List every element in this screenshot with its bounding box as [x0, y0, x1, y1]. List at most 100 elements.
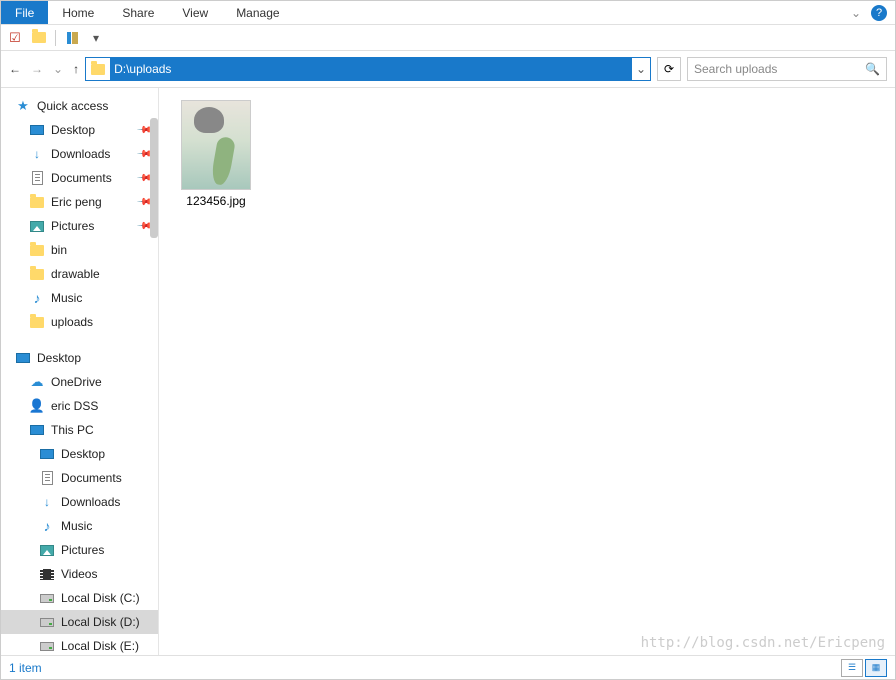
navigation-bar: ← → ⌄ ↑ ⌄ ⟳ 🔍: [1, 51, 895, 87]
status-item-count: 1 item: [9, 661, 42, 675]
search-input[interactable]: [694, 62, 865, 76]
cloud-icon: ☁: [29, 374, 45, 390]
tree-quick-item[interactable]: Documents📌: [1, 166, 158, 190]
picture-icon: [39, 542, 55, 558]
nav-up-icon[interactable]: ↑: [73, 62, 79, 76]
tree-pc-item[interactable]: ♪ Music: [1, 514, 158, 538]
tree-label: Music: [61, 519, 92, 533]
address-history-dropdown-icon[interactable]: ⌄: [632, 62, 650, 76]
tree-quick-item[interactable]: Eric peng📌: [1, 190, 158, 214]
file-list-pane[interactable]: 123456.jpg http://blog.csdn.net/Ericpeng: [159, 88, 895, 655]
folder-icon: [29, 314, 45, 330]
search-box[interactable]: 🔍: [687, 57, 887, 81]
view-thumbnails-button[interactable]: ▦: [865, 659, 887, 677]
download-icon: ↓: [29, 146, 45, 162]
tree-label: bin: [51, 243, 67, 257]
ribbon-tab-view[interactable]: View: [168, 1, 222, 24]
navigation-tree: ★ Quick access Desktop📌↓Downloads📌Docume…: [1, 88, 159, 655]
monitor-icon: [39, 446, 55, 462]
address-input[interactable]: [110, 58, 632, 80]
file-name: 123456.jpg: [186, 194, 245, 208]
layout-panes-icon[interactable]: [64, 30, 80, 46]
user-icon: 👤: [29, 398, 45, 414]
tree-label: Quick access: [37, 99, 108, 113]
tree-label: Desktop: [61, 447, 105, 461]
tree-label: Local Disk (D:): [61, 615, 140, 629]
document-icon: [39, 470, 55, 486]
tree-label: uploads: [51, 315, 93, 329]
tree-thispc[interactable]: This PC: [1, 418, 158, 442]
tree-label: Downloads: [61, 495, 120, 509]
tree-quick-item[interactable]: drawable: [1, 262, 158, 286]
tree-label: Pictures: [51, 219, 94, 233]
tree-pc-item[interactable]: Local Disk (E:): [1, 634, 158, 655]
music-icon: ♪: [39, 518, 55, 534]
monitor-icon: [29, 422, 45, 438]
music-icon: ♪: [29, 290, 45, 306]
folder-icon: [29, 266, 45, 282]
search-icon: 🔍: [865, 62, 880, 76]
ribbon-tab-share[interactable]: Share: [108, 1, 168, 24]
monitor-icon: [15, 350, 31, 366]
disk-icon: [39, 590, 55, 606]
tree-quick-item[interactable]: bin: [1, 238, 158, 262]
tree-label: This PC: [51, 423, 94, 437]
tree-pc-item[interactable]: Documents: [1, 466, 158, 490]
status-bar: 1 item ☰ ▦: [1, 655, 895, 679]
tree-quick-item[interactable]: ♪ Music: [1, 286, 158, 310]
tree-pc-item[interactable]: Videos: [1, 562, 158, 586]
nav-back-icon[interactable]: ←: [9, 62, 21, 76]
file-thumbnail: [181, 100, 251, 190]
document-icon: [29, 170, 45, 186]
nav-recent-dropdown-icon[interactable]: ⌄: [53, 62, 63, 76]
tree-label: Desktop: [37, 351, 81, 365]
tree-quick-item[interactable]: ↓Downloads📌: [1, 142, 158, 166]
tree-quick-item[interactable]: uploads: [1, 310, 158, 334]
nav-forward-icon[interactable]: →: [31, 62, 43, 76]
refresh-icon: ⟳: [664, 62, 674, 76]
properties-icon[interactable]: ☑: [7, 30, 23, 46]
tree-user[interactable]: 👤 eric DSS: [1, 394, 158, 418]
disk-icon: [39, 614, 55, 630]
tree-label: Desktop: [51, 123, 95, 137]
tree-pc-item[interactable]: Pictures: [1, 538, 158, 562]
separator: [55, 30, 56, 46]
download-icon: ↓: [39, 494, 55, 510]
tree-label: Videos: [61, 567, 97, 581]
ribbon-tab-file[interactable]: File: [1, 1, 48, 24]
tree-pc-item[interactable]: ↓ Downloads: [1, 490, 158, 514]
tree-pc-item[interactable]: Local Disk (C:): [1, 586, 158, 610]
tree-quick-access[interactable]: ★ Quick access: [1, 94, 158, 118]
sidebar-scrollbar[interactable]: [150, 118, 158, 238]
tree-label: drawable: [51, 267, 100, 281]
help-icon[interactable]: ?: [871, 5, 887, 21]
tree-label: Local Disk (E:): [61, 639, 139, 653]
monitor-icon: [29, 122, 45, 138]
ribbon-minimize-icon[interactable]: ⌄: [851, 6, 861, 20]
disk-icon: [39, 638, 55, 654]
folder-icon: [86, 64, 110, 75]
tree-onedrive[interactable]: ☁ OneDrive: [1, 370, 158, 394]
file-item[interactable]: 123456.jpg: [171, 100, 261, 208]
qat-dropdown-icon[interactable]: ▾: [88, 30, 104, 46]
tree-desktop-root[interactable]: Desktop: [1, 346, 158, 370]
ribbon-tab-manage[interactable]: Manage: [222, 1, 293, 24]
tree-quick-item[interactable]: Pictures📌: [1, 214, 158, 238]
view-details-button[interactable]: ☰: [841, 659, 863, 677]
picture-icon: [29, 218, 45, 234]
refresh-button[interactable]: ⟳: [657, 57, 681, 81]
video-icon: [39, 566, 55, 582]
tree-label: Pictures: [61, 543, 104, 557]
tree-pc-item[interactable]: Local Disk (D:): [1, 610, 158, 634]
address-bar[interactable]: ⌄: [85, 57, 651, 81]
tree-pc-item[interactable]: Desktop: [1, 442, 158, 466]
folder-icon: [29, 242, 45, 258]
tree-quick-item[interactable]: Desktop📌: [1, 118, 158, 142]
ribbon-tab-home[interactable]: Home: [48, 1, 108, 24]
tree-label: Documents: [61, 471, 122, 485]
new-folder-icon[interactable]: [31, 30, 47, 46]
tree-label: Music: [51, 291, 82, 305]
tree-label: OneDrive: [51, 375, 102, 389]
tree-label: eric DSS: [51, 399, 98, 413]
ribbon-tabs: File Home Share View Manage ⌄ ?: [1, 1, 895, 25]
